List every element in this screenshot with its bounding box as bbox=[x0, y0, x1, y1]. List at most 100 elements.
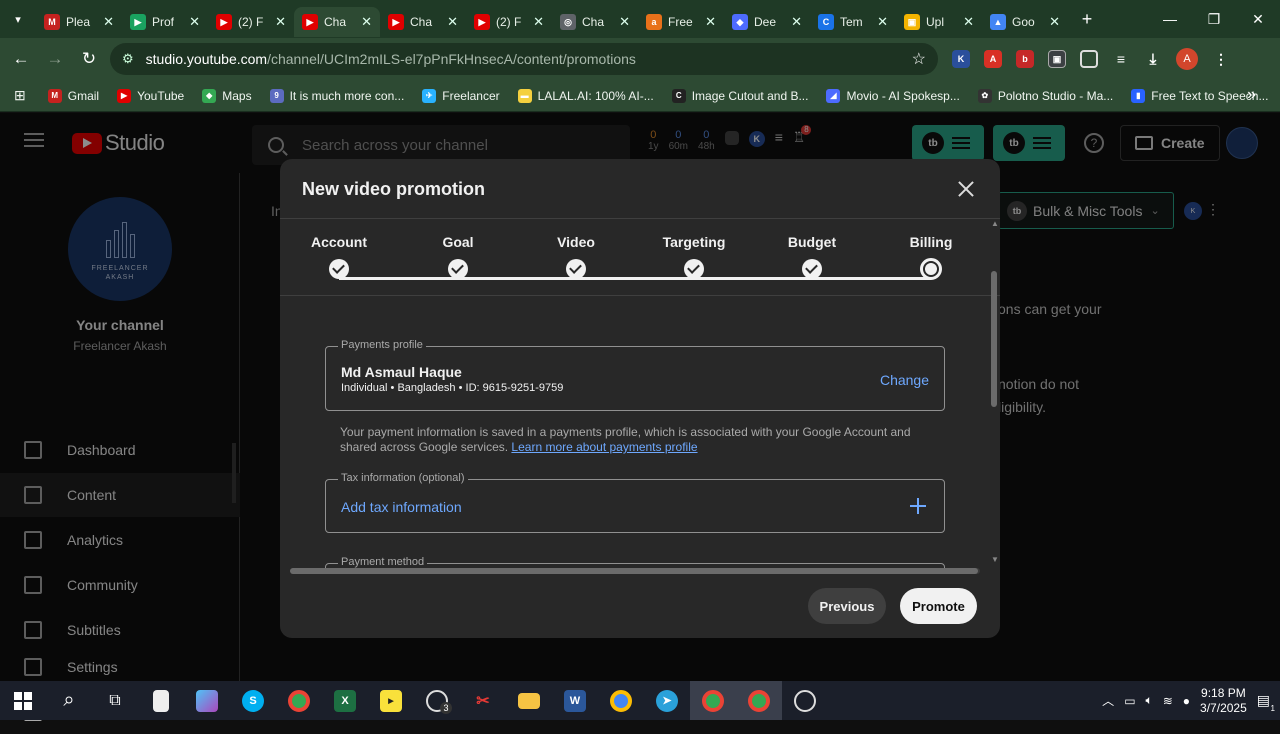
close-tab-icon[interactable]: ✕ bbox=[705, 14, 716, 30]
bookmark-item[interactable]: M Gmail bbox=[47, 88, 99, 103]
file-app-button[interactable] bbox=[138, 681, 184, 720]
start-button[interactable] bbox=[0, 681, 46, 720]
close-tab-icon[interactable]: ✕ bbox=[619, 14, 630, 30]
step-budget[interactable]: Budget bbox=[762, 231, 862, 279]
bookmark-item[interactable]: ✿ Polotno Studio - Ma... bbox=[977, 88, 1113, 103]
task-view-button[interactable]: ⧉ bbox=[92, 681, 138, 720]
bookmarks-overflow-icon[interactable]: » bbox=[1247, 86, 1256, 104]
address-bar[interactable]: ⚙ studio.youtube.com/channel/UCIm2mILS-e… bbox=[110, 43, 938, 75]
tab-title: Prof bbox=[152, 15, 175, 29]
excel-button[interactable]: X bbox=[322, 681, 368, 720]
tray-overflow-icon[interactable]: ︿ bbox=[1102, 692, 1114, 709]
browser-tab[interactable]: C Tem ✕ bbox=[810, 7, 896, 37]
plus-icon[interactable] bbox=[910, 498, 926, 514]
tool-button[interactable]: ✂ bbox=[460, 681, 506, 720]
volume-icon[interactable]: 🔈︎ bbox=[1146, 693, 1153, 708]
close-icon[interactable] bbox=[956, 179, 976, 199]
recorder-button[interactable] bbox=[782, 681, 828, 720]
apps-grid-icon[interactable]: ⊞ bbox=[14, 87, 26, 104]
extension-tubebuddy-icon[interactable]: b bbox=[1016, 50, 1034, 68]
step-video[interactable]: Video bbox=[526, 231, 626, 279]
bookmark-item[interactable]: ✈ Freelancer bbox=[422, 88, 500, 103]
extension-tabs-icon[interactable]: ▣ bbox=[1048, 50, 1066, 68]
bookmark-item[interactable]: C Image Cutout and B... bbox=[671, 88, 808, 103]
browser-tab[interactable]: ◎ Cha ✕ bbox=[552, 7, 638, 37]
browser-tab[interactable]: ▶ (2) F ✕ bbox=[208, 7, 294, 37]
add-tax-information-button[interactable]: Add tax information bbox=[341, 499, 462, 515]
profile-avatar[interactable]: A bbox=[1176, 48, 1198, 70]
extension-pdf-icon[interactable]: A bbox=[984, 50, 1002, 68]
promote-button[interactable]: Promote bbox=[900, 588, 977, 624]
site-info-icon[interactable]: ⚙ bbox=[122, 51, 134, 67]
close-tab-icon[interactable]: ✕ bbox=[533, 14, 544, 30]
search-taskbar-button[interactable]: ⌕ bbox=[46, 681, 92, 720]
change-profile-button[interactable]: Change bbox=[880, 372, 929, 388]
extension-keywords-icon[interactable]: K bbox=[952, 50, 970, 68]
browser-tab[interactable]: M Plea ✕ bbox=[36, 7, 122, 37]
bookmark-star-icon[interactable]: ☆ bbox=[912, 49, 926, 69]
back-button[interactable]: ← bbox=[4, 49, 38, 69]
file-explorer-button[interactable] bbox=[506, 681, 552, 720]
copilot-button[interactable] bbox=[184, 681, 230, 720]
notifications-icon[interactable]: ▤ 1 bbox=[1257, 692, 1275, 713]
telegram-button[interactable]: ➤ bbox=[644, 681, 690, 720]
browser-tab[interactable]: a Free ✕ bbox=[638, 7, 724, 37]
close-tab-icon[interactable]: ✕ bbox=[791, 14, 802, 30]
learn-more-link[interactable]: Learn more about payments profile bbox=[511, 440, 697, 454]
browser-tab[interactable]: ▶ Prof ✕ bbox=[122, 7, 208, 37]
downloads-icon[interactable]: ⤓ bbox=[1144, 50, 1162, 68]
step-account[interactable]: Account bbox=[289, 231, 389, 279]
battery-icon[interactable]: ▭ bbox=[1124, 694, 1135, 708]
browser-tab[interactable]: ▶ (2) F ✕ bbox=[466, 7, 552, 37]
close-window-button[interactable]: ✕ bbox=[1236, 0, 1280, 38]
new-tab-button[interactable]: + bbox=[1072, 9, 1102, 30]
step-goal[interactable]: Goal bbox=[408, 231, 508, 279]
close-tab-icon[interactable]: ✕ bbox=[103, 14, 114, 30]
browser-tab[interactable]: ▶ Cha ✕ bbox=[294, 7, 380, 37]
step-billing[interactable]: Billing bbox=[881, 231, 981, 280]
word-button[interactable]: W bbox=[552, 681, 598, 720]
taskbar-clock[interactable]: 9:18 PM 3/7/2025 bbox=[1200, 686, 1247, 716]
bookmark-item[interactable]: ◢ Movio - AI Spokesp... bbox=[826, 88, 960, 103]
vertical-scrollbar[interactable] bbox=[991, 271, 997, 407]
reload-button[interactable]: ↻ bbox=[72, 49, 106, 69]
close-tab-icon[interactable]: ✕ bbox=[447, 14, 458, 30]
skype-button[interactable]: S bbox=[230, 681, 276, 720]
chrome-button-3[interactable] bbox=[690, 681, 736, 720]
browser-tab[interactable]: ◆ Dee ✕ bbox=[724, 7, 810, 37]
browser-tab[interactable]: ▣ Upl ✕ bbox=[896, 7, 982, 37]
close-tab-icon[interactable]: ✕ bbox=[275, 14, 286, 30]
extensions-puzzle-icon[interactable] bbox=[1080, 50, 1098, 68]
chrome-button-1[interactable] bbox=[276, 681, 322, 720]
previous-button[interactable]: Previous bbox=[808, 588, 886, 624]
horizontal-scrollbar[interactable] bbox=[290, 568, 980, 574]
bookmark-item[interactable]: ▶ YouTube bbox=[117, 88, 184, 103]
scroll-down-arrow[interactable]: ▼ bbox=[991, 555, 999, 564]
browser-tab[interactable]: ▶ Cha ✕ bbox=[380, 7, 466, 37]
browser-menu-icon[interactable]: ⋮ bbox=[1212, 50, 1230, 68]
microphone-icon[interactable]: ● bbox=[1183, 694, 1190, 708]
scroll-up-arrow[interactable]: ▲ bbox=[991, 219, 999, 228]
horizontal-scroll-thumb[interactable] bbox=[290, 568, 978, 574]
browser-tab[interactable]: ▲ Goo ✕ bbox=[982, 7, 1068, 37]
close-tab-icon[interactable]: ✕ bbox=[963, 14, 974, 30]
close-tab-icon[interactable]: ✕ bbox=[877, 14, 888, 30]
chrome-button-2[interactable] bbox=[598, 681, 644, 720]
wifi-icon[interactable]: ≋ bbox=[1163, 694, 1173, 708]
minimize-button[interactable]: — bbox=[1148, 0, 1192, 38]
profile-name: Md Asmaul Haque bbox=[341, 364, 462, 380]
whatsapp-button[interactable]: 3 bbox=[414, 681, 460, 720]
close-tab-icon[interactable]: ✕ bbox=[361, 14, 372, 30]
close-tab-icon[interactable]: ✕ bbox=[1049, 14, 1060, 30]
bookmark-item[interactable]: 9 It is much more con... bbox=[269, 88, 404, 103]
close-tab-icon[interactable]: ✕ bbox=[189, 14, 200, 30]
maximize-button[interactable]: ❐ bbox=[1192, 0, 1236, 38]
bookmark-item[interactable]: ◆ Maps bbox=[202, 88, 252, 103]
media-controls-icon[interactable]: ≡ bbox=[1112, 50, 1130, 68]
forward-button[interactable]: → bbox=[38, 49, 72, 69]
tab-search-button[interactable]: ▾ bbox=[0, 0, 36, 38]
step-targeting[interactable]: Targeting bbox=[644, 231, 744, 279]
player-button[interactable]: ▶ bbox=[368, 681, 414, 720]
chrome-button-4[interactable] bbox=[736, 681, 782, 720]
bookmark-item[interactable]: ▬ LALAL.AI: 100% AI-... bbox=[517, 88, 654, 103]
